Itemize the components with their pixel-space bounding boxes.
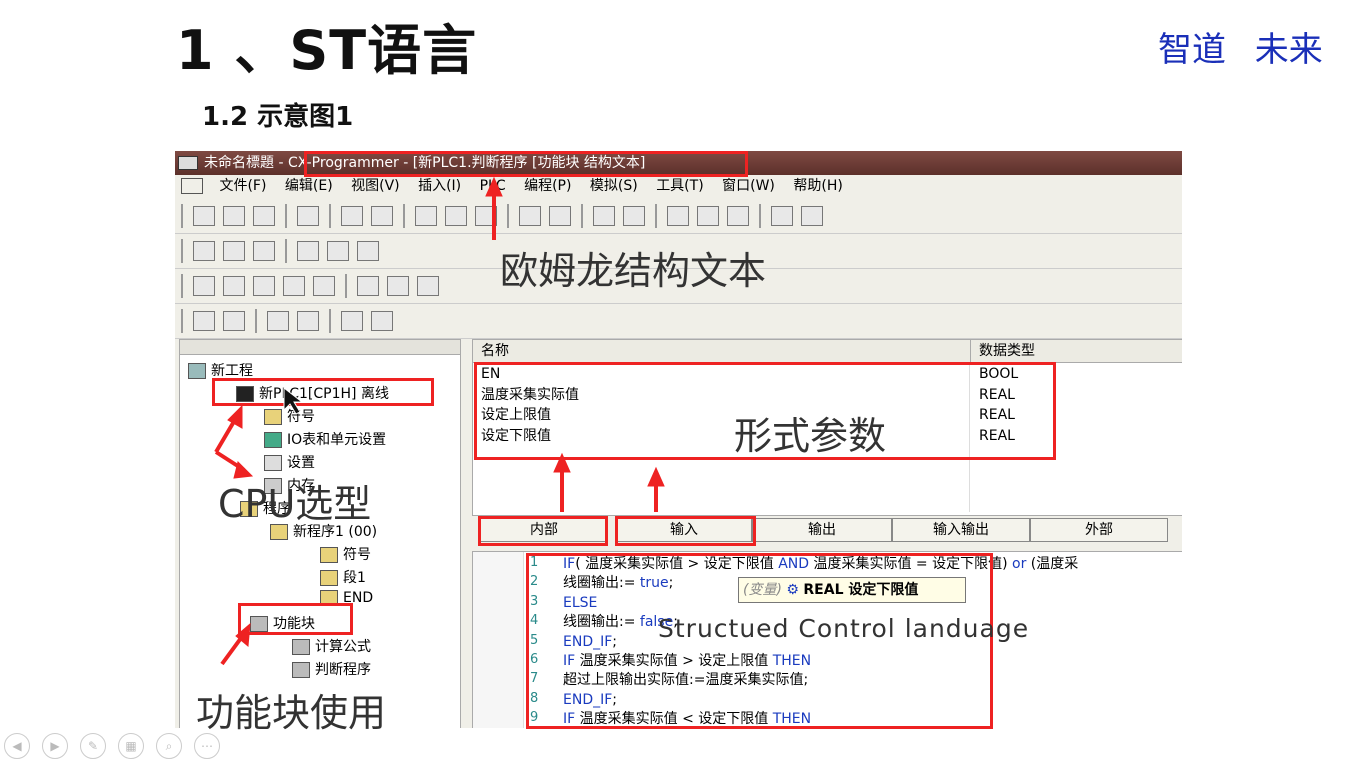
annotation-cpu-select: CPU选型 (218, 482, 372, 526)
arrowhead (485, 176, 503, 197)
next-icon[interactable]: ▶ (42, 733, 68, 759)
slides-icon[interactable]: ▦ (118, 733, 144, 759)
more-icon[interactable]: ⋯ (194, 733, 220, 759)
annotation-omron-st: 欧姆龙结构文本 (500, 249, 767, 293)
arrowhead (647, 466, 665, 487)
prev-icon[interactable]: ◀ (4, 733, 30, 759)
pen-icon[interactable]: ✎ (80, 733, 106, 759)
mouse-cursor-icon (283, 386, 304, 415)
annotation-st-lang: Structued Control landuage (658, 614, 1030, 643)
annotation-fb-use: 功能块使用 (196, 691, 387, 735)
zoom-icon[interactable]: ⌕ (156, 733, 182, 759)
annotation-arrows (214, 176, 665, 666)
arrowhead (553, 452, 571, 473)
annotation-formal-params: 形式参数 (734, 414, 887, 458)
